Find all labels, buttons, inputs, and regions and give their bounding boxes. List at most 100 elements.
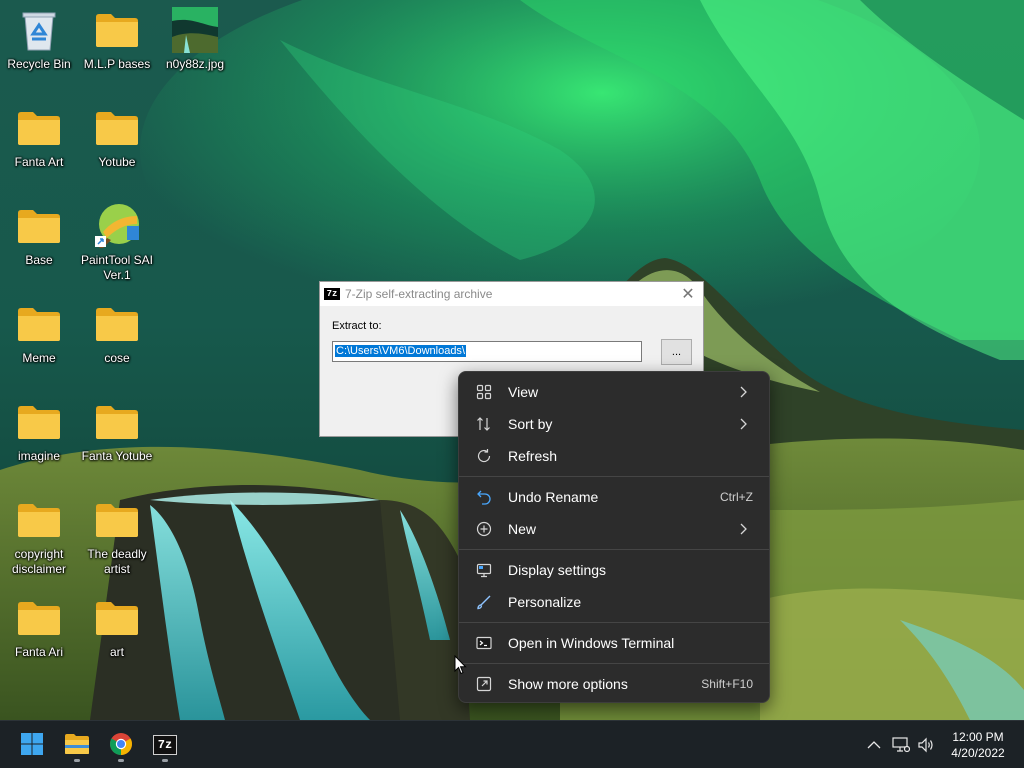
undo-icon: [475, 488, 493, 506]
menu-item-undo-rename[interactable]: Undo Rename Ctrl+Z: [465, 482, 763, 512]
menu-item-display-settings[interactable]: Display settings: [465, 555, 763, 585]
dialog-titlebar[interactable]: 7z 7-Zip self-extracting archive ✕: [320, 282, 703, 306]
clock-date: 4/20/2022: [951, 746, 1005, 760]
folder-icon: [93, 6, 141, 54]
menu-item-label: Display settings: [508, 562, 607, 578]
desktop-icon-label: Fanta Yotube: [81, 449, 153, 463]
image-file-icon: [171, 6, 219, 54]
taskbar-7zip-button[interactable]: 7z: [145, 725, 185, 765]
dialog-title: 7-Zip self-extracting archive: [345, 287, 493, 301]
menu-item-shortcut: Shift+F10: [701, 677, 753, 691]
painttool-sai-icon: [93, 202, 141, 250]
desktop-icon-fanta-art[interactable]: Fanta Art: [0, 104, 78, 194]
desktop-icon-label: PaintTool SAI Ver.1: [80, 253, 154, 282]
desktop-icon-label: copyright disclaimer: [11, 547, 66, 576]
menu-separator: [459, 476, 769, 477]
desktop-icon-label: n0y88z.jpg: [165, 57, 225, 71]
menu-item-refresh[interactable]: Refresh: [465, 441, 763, 471]
desktop-icon-label: Fanta Art: [14, 155, 64, 169]
desktop-icon-imagine[interactable]: imagine: [0, 398, 78, 488]
taskbar-clock[interactable]: 12:00 PM 4/20/2022: [940, 729, 1016, 761]
desktop-icon-n0y88z-jpg[interactable]: n0y88z.jpg: [156, 6, 234, 96]
display-icon: [475, 561, 493, 579]
close-button[interactable]: ✕: [673, 282, 703, 306]
desktop-icon-art[interactable]: art: [78, 594, 156, 684]
desktop-icon-the-deadly-artist[interactable]: The deadly artist: [78, 496, 156, 586]
menu-item-label: Personalize: [508, 594, 582, 610]
menu-item-personalize[interactable]: Personalize: [465, 587, 763, 617]
desktop-icon-fanta-ari[interactable]: Fanta Ari: [0, 594, 78, 684]
desktop-icon-label: Fanta Ari: [14, 645, 64, 659]
show-hidden-icons-chevron-up-icon[interactable]: [864, 735, 884, 755]
folder-icon: [15, 300, 63, 348]
desktop-icon-meme[interactable]: Meme: [0, 300, 78, 390]
plus-circle-icon: [475, 520, 493, 538]
desktop-icon-label: Meme: [22, 351, 56, 365]
folder-icon: [93, 496, 141, 544]
menu-item-open-in-windows-terminal[interactable]: Open in Windows Terminal: [465, 628, 763, 658]
mouse-cursor-icon: [454, 655, 467, 675]
menu-item-label: View: [508, 384, 539, 400]
menu-separator: [459, 549, 769, 550]
menu-item-sort-by[interactable]: Sort by: [465, 409, 763, 439]
menu-item-label: New: [508, 521, 537, 537]
chevron-right-icon: [739, 523, 749, 535]
folder-icon: [93, 594, 141, 642]
windows-start-icon: [20, 732, 44, 759]
desktop-icon-label: imagine: [17, 449, 61, 463]
menu-item-label: Undo Rename: [508, 489, 599, 505]
desktop-icon-copyright-disclaimer[interactable]: copyright disclaimer: [0, 496, 78, 586]
extract-path-input[interactable]: C:\Users\VM6\Downloads\: [332, 341, 642, 362]
chrome-icon: [109, 732, 133, 759]
menu-item-label: Sort by: [508, 416, 553, 432]
desktop-icon-label: M.L.P bases: [83, 57, 151, 71]
extract-path-selected-text: C:\Users\VM6\Downloads\: [335, 345, 466, 357]
menu-separator: [459, 622, 769, 623]
desktop-icon-base[interactable]: Base: [0, 202, 78, 292]
desktop-icon-mlp-bases[interactable]: M.L.P bases: [78, 6, 156, 96]
folder-icon: [15, 594, 63, 642]
folder-icon: [15, 496, 63, 544]
browse-button[interactable]: ...: [661, 339, 692, 365]
chevron-right-icon: [739, 386, 749, 398]
share-icon: [475, 675, 493, 693]
extract-to-label: Extract to:: [332, 320, 382, 332]
folder-icon: [93, 104, 141, 152]
desktop-icon-cose[interactable]: cose: [78, 300, 156, 390]
desktop-icon-recycle-bin[interactable]: Recycle Bin: [0, 6, 78, 96]
taskbar[interactable]: 7z 12:00 PM 4/20/2022: [0, 720, 1024, 768]
desktop-icon-label: The deadly artist: [87, 547, 147, 576]
desktop-icon-label: Recycle Bin: [7, 57, 71, 71]
desktop-icon-label: Base: [25, 253, 53, 267]
menu-item-show-more-options[interactable]: Show more options Shift+F10: [465, 669, 763, 699]
network-icon[interactable]: [891, 735, 911, 755]
menu-item-label: Show more options: [508, 676, 628, 692]
refresh-icon: [475, 447, 493, 465]
taskbar-chrome-button[interactable]: [101, 725, 141, 765]
menu-item-label: Open in Windows Terminal: [508, 635, 675, 651]
desktop-icon-yotube[interactable]: Yotube: [78, 104, 156, 194]
menu-item-view[interactable]: View: [465, 377, 763, 407]
menu-item-shortcut: Ctrl+Z: [720, 490, 753, 504]
folder-icon: [93, 300, 141, 348]
taskbar-file-explorer-button[interactable]: [57, 725, 97, 765]
running-indicator: [74, 759, 80, 762]
menu-separator: [459, 663, 769, 664]
grid-view-icon: [475, 383, 493, 401]
desktop-icon-fanta-yotube[interactable]: Fanta Yotube: [78, 398, 156, 488]
sort-icon: [475, 415, 493, 433]
desktop-context-menu[interactable]: View Sort by Refresh Undo Rename Ctrl+Z …: [458, 371, 770, 703]
menu-item-label: Refresh: [508, 448, 558, 464]
brush-icon: [475, 593, 493, 611]
clock-time: 12:00 PM: [952, 730, 1004, 744]
7zip-icon: 7z: [153, 735, 177, 755]
desktop-icon-painttool-sai[interactable]: PaintTool SAI Ver.1: [78, 202, 156, 292]
menu-item-new[interactable]: New: [465, 514, 763, 544]
close-icon: ✕: [681, 286, 695, 303]
running-indicator: [162, 759, 168, 762]
desktop-icon-label: art: [109, 645, 124, 659]
desktop-icon-label: cose: [104, 351, 130, 365]
7zip-app-icon: 7z: [324, 288, 340, 300]
volume-icon[interactable]: [916, 735, 936, 755]
taskbar-start-button[interactable]: [12, 725, 52, 765]
